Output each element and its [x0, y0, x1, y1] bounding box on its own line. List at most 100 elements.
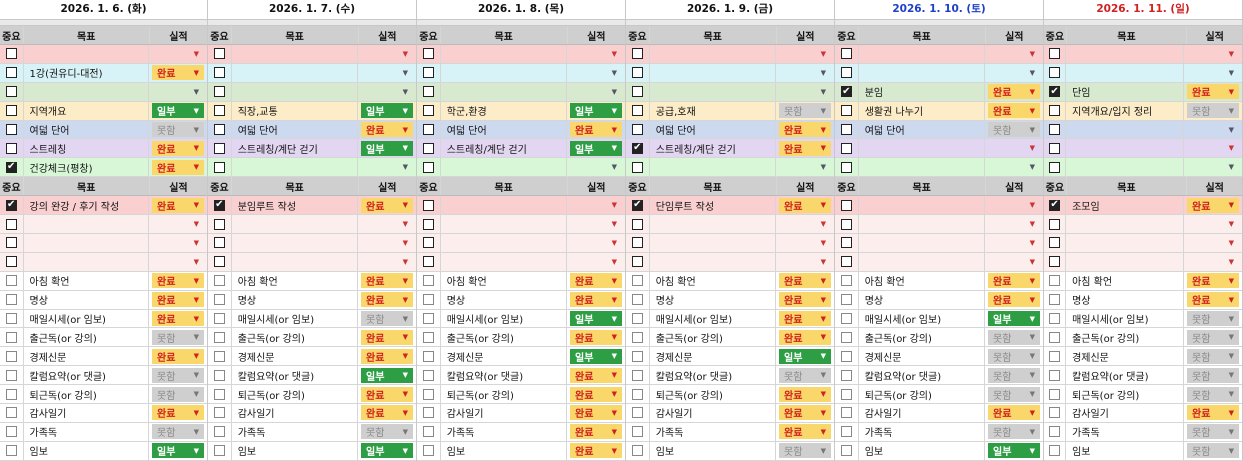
- importance-checkbox[interactable]: [422, 294, 434, 306]
- result-dropdown[interactable]: 완료 ▼: [779, 329, 831, 345]
- importance-checkbox[interactable]: [422, 407, 434, 419]
- result-dropdown[interactable]: 완료 ▼: [779, 292, 831, 308]
- result-dropdown[interactable]: ▼: [988, 235, 1040, 250]
- result-dropdown[interactable]: ▼: [988, 65, 1040, 80]
- result-dropdown[interactable]: ▼: [570, 160, 622, 175]
- result-dropdown[interactable]: 완료 ▼: [988, 84, 1040, 100]
- result-dropdown[interactable]: 일부 ▼: [361, 103, 413, 119]
- result-dropdown[interactable]: ▼: [361, 217, 413, 232]
- goal-cell[interactable]: 건강체크(평창): [24, 158, 149, 177]
- goal-cell[interactable]: [1066, 158, 1184, 177]
- result-dropdown[interactable]: 못함 ▼: [988, 348, 1040, 364]
- importance-checkbox[interactable]: [213, 388, 225, 400]
- importance-checkbox[interactable]: [840, 48, 852, 60]
- result-dropdown[interactable]: ▼: [361, 84, 413, 99]
- importance-checkbox[interactable]: [213, 407, 225, 419]
- result-dropdown[interactable]: ▼: [988, 160, 1040, 175]
- result-dropdown[interactable]: 완료 ▼: [1187, 405, 1239, 421]
- importance-checkbox[interactable]: [422, 48, 434, 60]
- result-dropdown[interactable]: 못함 ▼: [988, 329, 1040, 345]
- result-dropdown[interactable]: 완료 ▼: [570, 386, 622, 402]
- result-dropdown[interactable]: 못함 ▼: [152, 386, 204, 402]
- goal-cell[interactable]: 명상: [859, 290, 985, 309]
- goal-cell[interactable]: [232, 215, 358, 234]
- goal-cell[interactable]: 임보: [1066, 441, 1184, 460]
- result-dropdown[interactable]: ▼: [361, 235, 413, 250]
- goal-cell[interactable]: [24, 234, 149, 252]
- importance-checkbox[interactable]: [422, 199, 434, 211]
- goal-cell[interactable]: 여덟 단어: [650, 120, 776, 139]
- result-dropdown[interactable]: 완료 ▼: [570, 367, 622, 383]
- importance-checkbox[interactable]: [213, 445, 225, 457]
- goal-cell[interactable]: [441, 158, 567, 177]
- goal-cell[interactable]: [441, 196, 567, 215]
- goal-cell[interactable]: 경제신문: [1066, 347, 1184, 366]
- result-dropdown[interactable]: 완료 ▼: [1187, 84, 1239, 100]
- importance-checkbox[interactable]: [1049, 275, 1061, 287]
- goal-cell[interactable]: 가족독: [859, 422, 985, 441]
- result-dropdown[interactable]: 못함 ▼: [152, 424, 204, 440]
- importance-checkbox[interactable]: [840, 388, 852, 400]
- goal-cell[interactable]: 퇴근독(or 강의): [859, 385, 985, 404]
- importance-checkbox[interactable]: [840, 275, 852, 287]
- result-dropdown[interactable]: 일부 ▼: [570, 103, 622, 119]
- result-dropdown[interactable]: ▼: [361, 254, 413, 269]
- importance-checkbox[interactable]: [631, 48, 643, 60]
- goal-cell[interactable]: 여덟 단어: [441, 120, 567, 139]
- importance-checkbox[interactable]: [631, 275, 643, 287]
- goal-cell[interactable]: 직장,교통: [232, 101, 358, 120]
- result-dropdown[interactable]: 일부 ▼: [361, 367, 413, 383]
- goal-cell[interactable]: 매일시세(or 임보): [232, 309, 358, 328]
- result-dropdown[interactable]: 못함 ▼: [779, 367, 831, 383]
- result-dropdown[interactable]: 못함 ▼: [152, 367, 204, 383]
- importance-checkbox[interactable]: [840, 445, 852, 457]
- importance-checkbox[interactable]: [1049, 350, 1061, 362]
- importance-checkbox[interactable]: [840, 426, 852, 438]
- goal-cell[interactable]: 매일시세(or 임보): [24, 309, 149, 328]
- result-dropdown[interactable]: 완료 ▼: [988, 405, 1040, 421]
- importance-checkbox[interactable]: [422, 313, 434, 325]
- goal-cell[interactable]: 감사일기: [232, 404, 358, 422]
- importance-checkbox[interactable]: [5, 445, 17, 457]
- goal-cell[interactable]: 출근독(or 강의): [859, 328, 985, 347]
- result-dropdown[interactable]: 완료 ▼: [570, 424, 622, 440]
- result-dropdown[interactable]: 완료 ▼: [1187, 292, 1239, 308]
- importance-checkbox[interactable]: [840, 124, 852, 135]
- importance-checkbox[interactable]: [5, 369, 17, 381]
- importance-checkbox[interactable]: [840, 67, 852, 79]
- importance-checkbox[interactable]: [840, 237, 852, 249]
- result-dropdown[interactable]: 일부 ▼: [570, 348, 622, 364]
- result-dropdown[interactable]: 완료 ▼: [152, 292, 204, 308]
- result-dropdown[interactable]: ▼: [152, 84, 204, 99]
- goal-cell[interactable]: 가족독: [1066, 422, 1184, 441]
- result-dropdown[interactable]: 완료 ▼: [570, 292, 622, 308]
- goal-cell[interactable]: 임보: [24, 441, 149, 460]
- result-dropdown[interactable]: ▼: [152, 217, 204, 232]
- result-dropdown[interactable]: ▼: [361, 160, 413, 175]
- goal-cell[interactable]: 퇴근독(or 강의): [1066, 385, 1184, 404]
- goal-cell[interactable]: 아침 확언: [232, 271, 358, 290]
- importance-checkbox[interactable]: [1049, 218, 1061, 230]
- result-dropdown[interactable]: ▼: [779, 254, 831, 269]
- importance-checkbox[interactable]: [840, 218, 852, 230]
- goal-cell[interactable]: [232, 234, 358, 252]
- result-dropdown[interactable]: 완료 ▼: [152, 159, 204, 175]
- result-dropdown[interactable]: ▼: [779, 46, 831, 61]
- importance-checkbox[interactable]: [5, 426, 17, 438]
- goal-cell[interactable]: 명상: [24, 290, 149, 309]
- goal-cell[interactable]: 경제신문: [859, 347, 985, 366]
- goal-cell[interactable]: [859, 196, 985, 215]
- result-dropdown[interactable]: 완료 ▼: [361, 197, 413, 213]
- importance-checkbox[interactable]: ✔: [5, 199, 17, 211]
- result-dropdown[interactable]: ▼: [779, 235, 831, 250]
- result-dropdown[interactable]: 못함 ▼: [779, 443, 831, 459]
- result-dropdown[interactable]: 완료 ▼: [361, 122, 413, 137]
- goal-cell[interactable]: 지역개요: [24, 101, 149, 120]
- goal-cell[interactable]: [650, 252, 776, 271]
- importance-checkbox[interactable]: [213, 294, 225, 306]
- importance-checkbox[interactable]: [631, 331, 643, 343]
- goal-cell[interactable]: 칼럼요약(or 댓글): [650, 366, 776, 385]
- result-dropdown[interactable]: ▼: [361, 65, 413, 80]
- importance-checkbox[interactable]: [422, 161, 434, 173]
- result-dropdown[interactable]: 일부 ▼: [361, 140, 413, 156]
